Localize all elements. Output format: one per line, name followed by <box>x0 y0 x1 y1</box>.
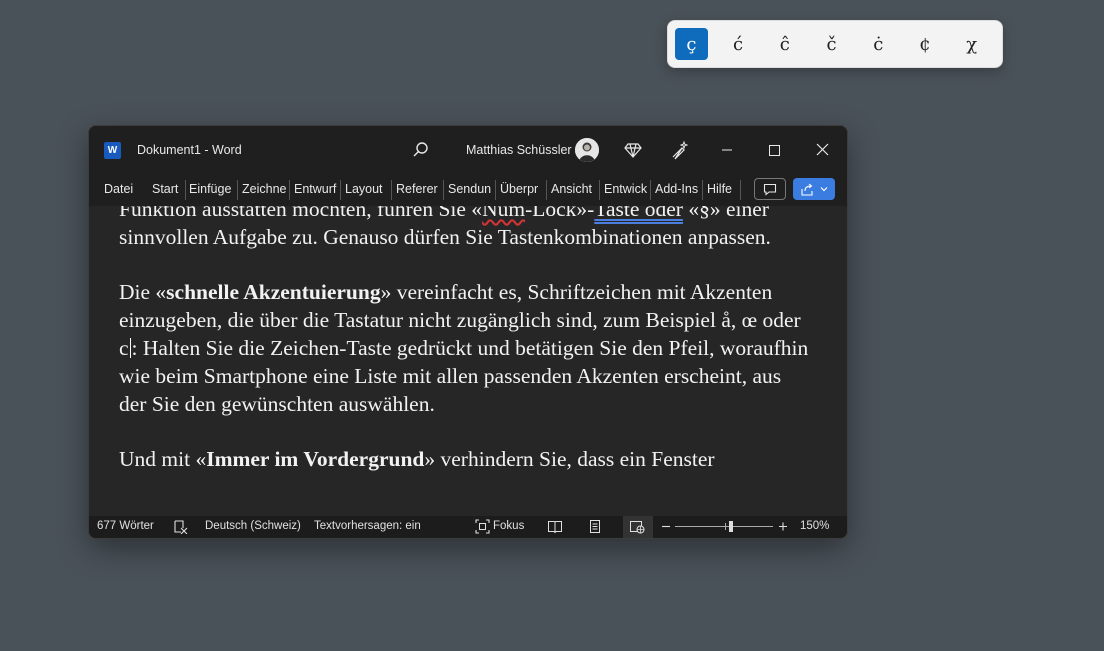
accent-option[interactable]: č <box>815 28 848 60</box>
paragraph: Und mit «Immer im Vordergrund» verhinder… <box>119 446 809 474</box>
tab-datei[interactable]: Datei <box>104 182 136 196</box>
web-layout-icon[interactable] <box>629 519 645 534</box>
focus-button-label[interactable]: Fokus <box>493 520 524 532</box>
tab-divider <box>740 180 741 200</box>
maximize-icon[interactable] <box>761 138 787 162</box>
spelling-error[interactable]: Num <box>482 206 525 221</box>
close-icon[interactable] <box>809 138 835 162</box>
read-mode-icon[interactable] <box>547 519 563 534</box>
zoom-slider-thumb[interactable] <box>729 521 733 532</box>
tab-add-ins[interactable]: Add-Ins <box>655 182 699 196</box>
tab-entwurf[interactable]: Entwurf <box>294 182 338 196</box>
word-count[interactable]: 677 Wörter <box>97 520 154 532</box>
tab-layout[interactable]: Layout <box>345 182 385 196</box>
tab-divider <box>443 180 444 200</box>
zoom-out-icon[interactable] <box>661 519 671 534</box>
accent-option[interactable]: ç <box>675 28 708 60</box>
accent-option[interactable]: ¢ <box>909 28 942 60</box>
tab-divider <box>495 180 496 200</box>
text-cursor <box>129 337 131 358</box>
share-button[interactable] <box>793 178 835 200</box>
document-title: Dokument1 - Word <box>137 143 242 157</box>
document-text[interactable]: Funktion ausstatten möchten, führen Sie … <box>119 206 809 502</box>
text-run: Funktion ausstatten möchten, führen Sie … <box>119 206 483 221</box>
user-name[interactable]: Matthias Schüssler <box>466 143 572 157</box>
comments-button[interactable] <box>754 178 786 200</box>
tab-einfuegen[interactable]: Einfüge <box>189 182 235 196</box>
text-run: «§» <box>682 206 721 221</box>
search-icon[interactable] <box>411 140 431 160</box>
accent-option[interactable]: χ <box>955 28 988 60</box>
ribbon-tabs: Datei Start Einfüge Zeichne Entwurf Layo… <box>89 174 847 206</box>
accent-option[interactable]: ć <box>722 28 755 60</box>
tab-divider <box>702 180 703 200</box>
text-run: -Lock»- <box>525 206 595 221</box>
text-run: Und mit « <box>119 447 207 472</box>
comment-icon <box>763 183 777 196</box>
focus-icon[interactable] <box>475 519 490 534</box>
proofing-icon[interactable] <box>173 519 189 534</box>
accent-picker: ç ć ĉ č ċ ¢ χ <box>667 20 1003 68</box>
tab-entwicklertools[interactable]: Entwick <box>604 182 648 196</box>
status-bar: 677 Wörter Deutsch (Schweiz) Textvorhers… <box>89 516 847 538</box>
tab-divider <box>391 180 392 200</box>
tab-divider <box>340 180 341 200</box>
paragraph: Die «schnelle Akzentuierung» vereinfacht… <box>119 279 809 418</box>
zoom-slider-track[interactable] <box>675 526 773 527</box>
tab-divider <box>599 180 600 200</box>
bold-text: schnelle Akzentuierung <box>166 280 381 305</box>
tab-start[interactable]: Start <box>152 182 182 196</box>
avatar[interactable] <box>575 138 599 162</box>
word-logo-icon: W <box>104 142 121 159</box>
zoom-in-icon[interactable] <box>778 519 788 534</box>
designer-wand-icon[interactable] <box>670 140 690 160</box>
zoom-slider-tick <box>725 523 726 530</box>
paragraph: Funktion ausstatten möchten, führen Sie … <box>119 206 809 252</box>
chevron-down-icon <box>820 187 828 192</box>
grammar-suggestion[interactable]: Taste oder <box>594 206 683 221</box>
tab-divider <box>546 180 547 200</box>
tab-hilfe[interactable]: Hilfe <box>707 182 737 196</box>
text-predictions-status[interactable]: Textvorhersagen: ein <box>314 520 421 532</box>
minimize-icon[interactable] <box>714 138 740 162</box>
tab-sendungen[interactable]: Sendun <box>448 182 492 196</box>
accent-option[interactable]: ĉ <box>768 28 801 60</box>
zoom-level[interactable]: 150% <box>800 520 829 532</box>
text-run: » verhindern Sie, dass ein Fenster <box>424 447 715 472</box>
print-layout-icon[interactable] <box>588 519 602 534</box>
tab-ansicht[interactable]: Ansicht <box>551 182 596 196</box>
tab-divider <box>185 180 186 200</box>
word-window: W Dokument1 - Word Matthias Schüssler Da… <box>88 125 848 539</box>
text-run: : Halten Sie die Zeichen-Taste gedrückt … <box>119 335 809 416</box>
accent-option[interactable]: ċ <box>862 28 895 60</box>
tab-zeichnen[interactable]: Zeichne <box>242 182 287 196</box>
tab-divider <box>289 180 290 200</box>
bold-text: Immer im Vordergrund <box>206 447 425 472</box>
text-run: Die « <box>119 280 167 305</box>
language-status[interactable]: Deutsch (Schweiz) <box>205 520 301 532</box>
tab-referenzen[interactable]: Referer <box>396 182 440 196</box>
title-bar: W Dokument1 - Word Matthias Schüssler <box>89 126 847 174</box>
tab-divider <box>237 180 238 200</box>
diamond-icon[interactable] <box>623 140 643 160</box>
share-icon <box>801 183 813 196</box>
tab-divider <box>650 180 651 200</box>
tab-ueberpruefen[interactable]: Überpr <box>500 182 543 196</box>
document-area[interactable]: Funktion ausstatten möchten, führen Sie … <box>89 206 847 516</box>
